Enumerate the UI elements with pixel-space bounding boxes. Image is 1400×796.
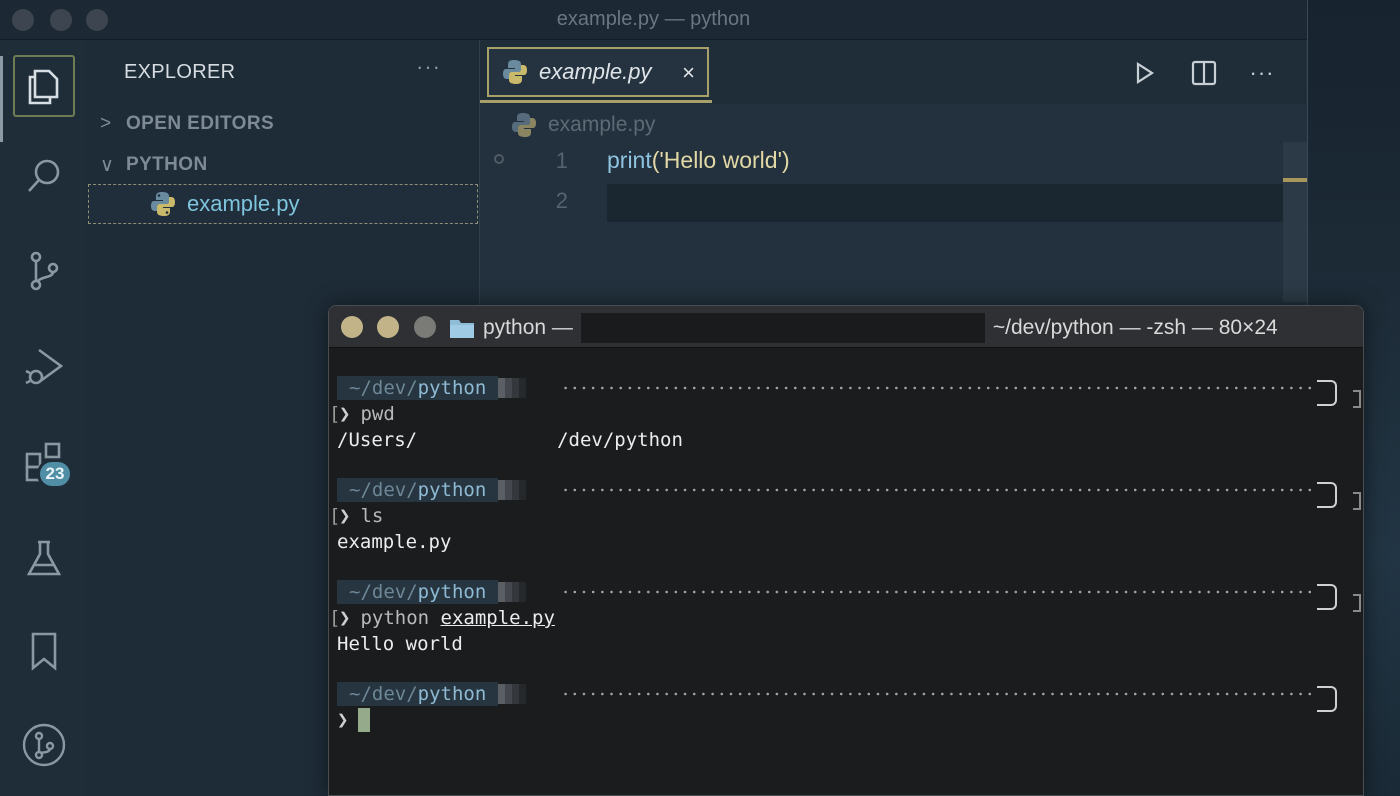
tab-underline: [480, 100, 712, 103]
code-args: ('Hello world'): [651, 147, 790, 173]
prompt-bracket-right: [1317, 686, 1337, 712]
tab-label: example.py: [539, 59, 652, 84]
command-line: [ ❯ python example.py: [329, 607, 555, 629]
prompt-fill-dots: [561, 590, 1317, 594]
search-icon[interactable]: [13, 146, 75, 208]
extensions-badge: 23: [37, 459, 73, 489]
line-number: 1: [555, 148, 568, 173]
breadcrumb: example.py: [510, 108, 655, 142]
explorer-icon[interactable]: [13, 55, 75, 117]
command-text: python example.py: [360, 607, 555, 629]
titlebar: example.py — python: [0, 0, 1307, 40]
run-debug-icon[interactable]: [13, 336, 75, 398]
prompt-bracket-right: [1317, 380, 1337, 406]
python-icon: [510, 111, 538, 139]
scrollbar-cursor-marker: [1283, 178, 1307, 182]
prompt-bracket-edge: [1353, 594, 1361, 612]
activity-bar: 23: [0, 40, 86, 796]
run-file-icon[interactable]: [1128, 57, 1160, 89]
section-label: PYTHON: [126, 154, 208, 175]
more-actions-icon[interactable]: ···: [1246, 57, 1278, 89]
terminal-close-button[interactable]: [341, 316, 363, 338]
sidebar-title: EXPLORER: [124, 61, 236, 83]
editor-scrollbar[interactable]: [1283, 142, 1307, 302]
prompt-bracket-edge: [1353, 492, 1361, 510]
more-actions-icon[interactable]: ···: [416, 54, 441, 80]
code-line-1: print('Hello world'): [607, 147, 790, 174]
terminal-window: python — ~/dev/python — -zsh — 80×24 ~/d…: [328, 305, 1364, 796]
split-editor-icon[interactable]: [1188, 57, 1220, 89]
prompt-path: ~/dev/python: [337, 478, 499, 502]
python-icon: [149, 190, 177, 218]
editor-tabs: example.py × ···: [480, 40, 1306, 104]
command-text: pwd: [360, 403, 395, 425]
prompt-fill-dots: [561, 386, 1317, 390]
section-python[interactable]: ∨ PYTHON: [94, 145, 478, 185]
prompt-chevron: ❯: [339, 403, 351, 425]
command-line: [ ❯ pwd: [329, 403, 395, 425]
file-item-example-py[interactable]: example.py: [88, 184, 478, 224]
terminal-title-left: python —: [483, 316, 573, 339]
terminal-zoom-button[interactable]: [414, 316, 436, 338]
prompt-path: ~/dev/python: [337, 682, 499, 706]
prompt-line: ~/dev/python: [337, 580, 527, 604]
chevron-down-icon: ∨: [100, 154, 115, 176]
prompt-line: ~/dev/python: [337, 376, 527, 400]
section-open-editors[interactable]: > OPEN EDITORS: [94, 104, 478, 144]
prompt-bracket-right: [1317, 584, 1337, 610]
prompt-gradient: [498, 480, 527, 500]
bookmark-icon[interactable]: [13, 620, 75, 682]
command-output: Hello world: [337, 633, 463, 655]
file-name: example.py: [187, 191, 300, 216]
code-function: print: [607, 147, 652, 173]
window-title: example.py — python: [556, 8, 751, 30]
current-line-highlight: [607, 184, 1283, 222]
text-cursor: [358, 708, 371, 732]
prompt-fill-dots: [561, 488, 1317, 492]
source-control-icon[interactable]: [13, 240, 75, 302]
prompt-gradient: [498, 582, 527, 602]
terminal-output[interactable]: ~/dev/python [ ❯ pwd /Users//dev/python …: [329, 348, 1363, 795]
chevron-right-icon: >: [100, 113, 112, 134]
breadcrumb-file[interactable]: example.py: [548, 113, 655, 137]
command-line[interactable]: ❯: [337, 708, 371, 732]
prompt-path: ~/dev/python: [337, 580, 499, 604]
folder-icon: [450, 320, 474, 338]
prompt-bracket-edge: [1353, 390, 1361, 408]
prompt-bracket-right: [1317, 482, 1337, 508]
redacted-region: [580, 313, 985, 343]
line-number: 2: [555, 188, 568, 213]
prompt-fill-dots: [561, 692, 1317, 696]
git-graph-icon[interactable]: [13, 714, 75, 776]
redacted-region: [417, 430, 558, 451]
command-text: ls: [360, 505, 384, 527]
prompt-chevron: ❯: [337, 709, 349, 731]
command-output: example.py: [337, 531, 452, 553]
active-indicator: [0, 56, 3, 142]
python-icon: [501, 58, 529, 86]
tab-example-py[interactable]: example.py ×: [487, 47, 709, 97]
close-tab-icon[interactable]: ×: [682, 60, 695, 86]
section-label: OPEN EDITORS: [126, 113, 275, 134]
testing-flask-icon[interactable]: [13, 528, 75, 590]
prompt-chevron: ❯: [339, 607, 351, 629]
command-output: /Users//dev/python: [337, 429, 683, 451]
prompt-chevron: ❯: [339, 505, 351, 527]
prompt-path: ~/dev/python: [337, 376, 499, 400]
prompt-gradient: [498, 378, 527, 398]
terminal-title: python — ~/dev/python — -zsh — 80×24: [449, 313, 1278, 343]
prompt-line: ~/dev/python: [337, 478, 527, 502]
terminal-title-right: ~/dev/python — -zsh — 80×24: [992, 316, 1278, 339]
command-line: [ ❯ ls: [329, 505, 384, 527]
terminal-minimize-button[interactable]: [377, 316, 399, 338]
prompt-line: ~/dev/python: [337, 682, 527, 706]
breakpoint-hint-icon: [494, 154, 504, 164]
prompt-gradient: [498, 684, 527, 704]
command-argument[interactable]: example.py: [441, 607, 555, 629]
terminal-titlebar: python — ~/dev/python — -zsh — 80×24: [329, 306, 1363, 348]
